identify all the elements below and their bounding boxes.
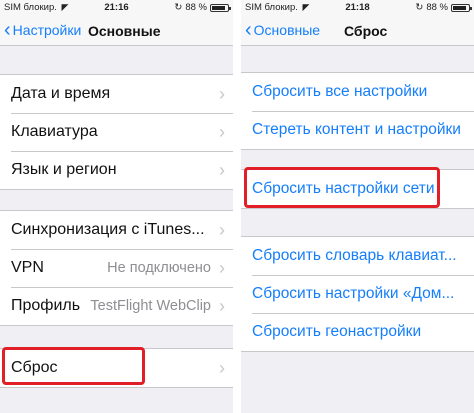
reset-option-label: Сбросить настройки сети [252, 180, 435, 197]
reset-group: Сбросить настройки сети [241, 169, 474, 209]
chevron-right-icon: › [219, 121, 225, 142]
chevron-right-icon: › [219, 295, 225, 316]
rotation-lock-icon: ↻ [415, 2, 424, 13]
settings-item-label: Дата и время [11, 85, 111, 102]
rotation-lock-icon: ↻ [174, 2, 183, 13]
reset-network-settings-button[interactable]: Сбросить настройки сети [241, 170, 474, 208]
settings-item-label: Сброс [11, 359, 58, 376]
reset-home-layout-button[interactable]: Сбросить настройки «Дом... [241, 275, 474, 313]
settings-item-label: Язык и регион [11, 161, 117, 178]
battery-icon [210, 3, 231, 12]
chevron-left-icon: ‹ [4, 19, 11, 41]
settings-item-itunes-sync[interactable]: Синхронизация с iTunes... › [0, 211, 233, 249]
navigation-bar: ‹ Настройки Основные [0, 16, 233, 46]
reset-location-privacy-button[interactable]: Сбросить геонастройки [241, 313, 474, 351]
back-button-label: Настройки [12, 22, 82, 38]
page-title: Основные [88, 23, 161, 39]
chevron-right-icon: › [219, 219, 225, 240]
general-settings-screen: SIM блокир. ◤ 21:16 ↻ 88 % ‹ Настройки О… [0, 0, 233, 413]
erase-content-settings-button[interactable]: Стереть контент и настройки [241, 111, 474, 149]
profile-value: TestFlight WebClip [90, 298, 211, 314]
chevron-right-icon: › [219, 83, 225, 104]
chevron-left-icon: ‹ [245, 19, 252, 41]
reset-all-settings-button[interactable]: Сбросить все настройки [241, 73, 474, 111]
settings-item-label: Профиль [11, 297, 81, 314]
navigation-bar: ‹ Основные Сброс [241, 16, 474, 46]
settings-item-label: Клавиатура [11, 123, 98, 140]
reset-option-label: Сбросить геонастройки [252, 323, 422, 340]
settings-item-profile[interactable]: Профиль TestFlight WebClip › [0, 287, 233, 325]
settings-item-reset[interactable]: Сброс › [0, 349, 233, 387]
chevron-right-icon: › [219, 257, 225, 278]
battery-icon [451, 3, 472, 12]
reset-keyboard-dictionary-button[interactable]: Сбросить словарь клавиат... [241, 237, 474, 275]
settings-item-vpn[interactable]: VPN Не подключено › [0, 249, 233, 287]
back-button[interactable]: ‹ Основные [245, 19, 321, 41]
reset-group: Сбросить словарь клавиат... Сбросить нас… [241, 236, 474, 352]
chevron-right-icon: › [219, 357, 225, 378]
settings-item-label: Синхронизация с iTunes... [11, 221, 205, 238]
reset-option-label: Стереть контент и настройки [252, 121, 461, 138]
status-bar: SIM блокир. ◤ 21:18 ↻ 88 % [241, 0, 474, 16]
settings-item-keyboard[interactable]: Клавиатура › [0, 113, 233, 151]
settings-item-date-time[interactable]: Дата и время › [0, 75, 233, 113]
settings-item-language-region[interactable]: Язык и регион › [0, 151, 233, 189]
status-bar: SIM блокир. ◤ 21:16 ↻ 88 % [0, 0, 233, 16]
battery-percent: 88 % [185, 2, 207, 13]
settings-group: Дата и время › Клавиатура › Язык и регио… [0, 74, 233, 190]
back-button[interactable]: ‹ Настройки [4, 19, 82, 41]
reset-option-label: Сбросить словарь клавиат... [252, 247, 457, 264]
reset-option-label: Сбросить все настройки [252, 83, 428, 100]
settings-group: Сброс › [0, 348, 233, 388]
reset-screen: SIM блокир. ◤ 21:18 ↻ 88 % ‹ Основные Сб… [241, 0, 474, 413]
vpn-status-value: Не подключено [107, 260, 211, 276]
back-button-label: Основные [253, 22, 321, 38]
settings-item-label: VPN [11, 259, 44, 276]
reset-option-label: Сбросить настройки «Дом... [252, 285, 455, 302]
settings-group: Синхронизация с iTunes... › VPN Не подкл… [0, 210, 233, 326]
page-title: Сброс [344, 23, 388, 39]
battery-percent: 88 % [426, 2, 448, 13]
reset-group: Сбросить все настройки Стереть контент и… [241, 72, 474, 150]
chevron-right-icon: › [219, 159, 225, 180]
